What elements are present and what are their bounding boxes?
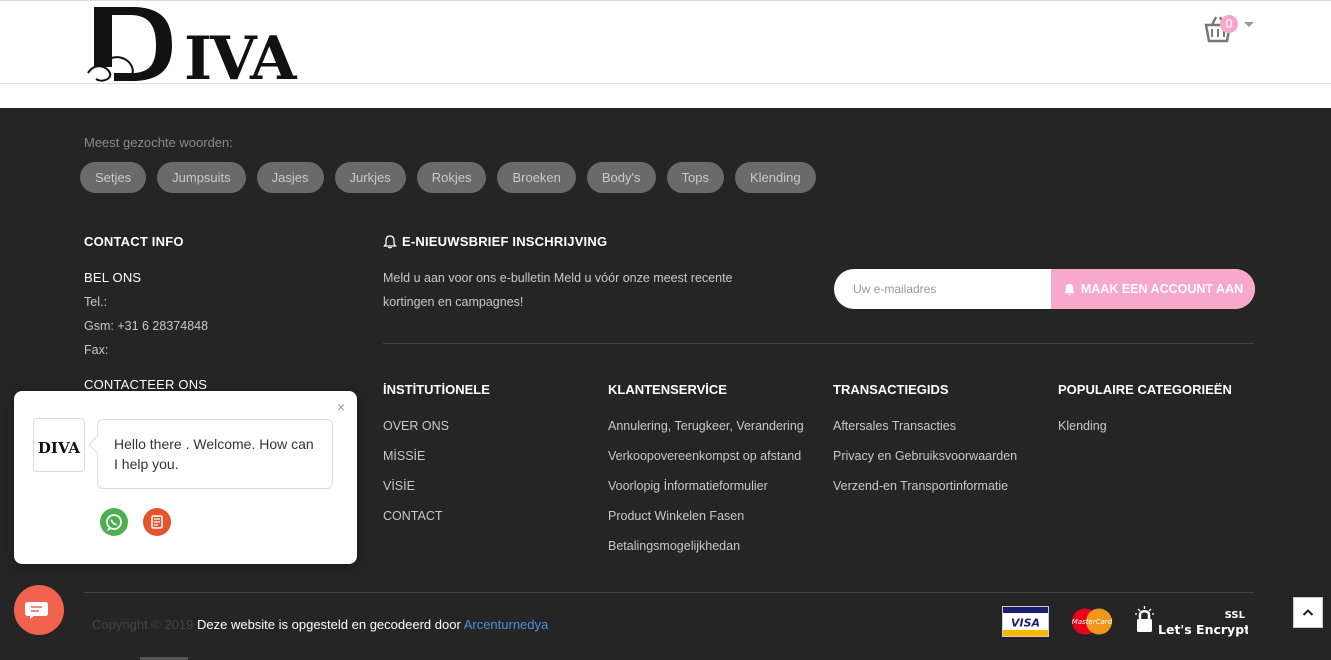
- newsletter-description: Meld u aan voor ons e-bulletin Meld u vó…: [383, 271, 733, 309]
- keyword-tag[interactable]: Broeken: [497, 162, 576, 193]
- keyword-tag[interactable]: Jumpsuits: [157, 162, 246, 193]
- footer-divider: [383, 343, 1254, 344]
- phone-button[interactable]: [143, 508, 171, 536]
- copyright-text: Copyright © 2019: [92, 617, 194, 632]
- footer-link[interactable]: Voorlopig İnformatieformulier: [608, 479, 804, 509]
- keyword-tag[interactable]: Setjes: [80, 162, 147, 193]
- scroll-to-top-button[interactable]: [1293, 597, 1323, 628]
- visa-logo: VISA: [1002, 606, 1049, 637]
- contact-info-title: CONTACT INFO: [84, 234, 184, 249]
- email-field[interactable]: [834, 269, 1051, 309]
- chat-message: Hello there . Welcome. How can I help yo…: [97, 419, 333, 489]
- close-icon[interactable]: ×: [337, 399, 345, 415]
- mastercard-label: MasterCard: [1072, 618, 1113, 626]
- phone-icon: [151, 515, 163, 529]
- letsencrypt-logo: SSL Let's Encrypt: [1134, 606, 1250, 637]
- column-title: TRANSACTIEGIDS: [833, 382, 949, 397]
- keyword-tags: Setjes Jumpsuits Jasjes Jurkjes Rokjes B…: [80, 162, 816, 193]
- column-populaire-categorieen: POPULAIRE CATEGORIEËN Klending: [1058, 382, 1232, 449]
- avatar-logo-text: DIVA: [38, 439, 80, 457]
- keywords-label: Meest gezochte woorden:: [84, 135, 233, 150]
- keyword-tag[interactable]: Jasjes: [256, 162, 324, 193]
- column-transactiegids: TRANSACTIEGIDS Aftersales Transacties Pr…: [833, 382, 1017, 509]
- site-footer: Meest gezochte woorden: Setjes Jumpsuits…: [0, 108, 1331, 660]
- ssl-label: SSL: [1225, 610, 1246, 621]
- footer-link[interactable]: Klending: [1058, 419, 1232, 449]
- bel-ons-title: BEL ONS: [84, 270, 142, 285]
- create-account-button[interactable]: MAAK EEN ACCOUNT AAN: [1051, 269, 1255, 309]
- made-by-text: Deze website is opgesteld en gecodeerd d…: [196, 617, 461, 632]
- cart-button[interactable]: 0: [1202, 13, 1258, 45]
- footer-link[interactable]: Privacy en Gebruiksvoorwaarden: [833, 449, 1017, 479]
- contacteer-ons-title: CONTACTEER ONS: [84, 377, 208, 392]
- chat-popup: × DIVA Hello there . Welcome. How can I …: [14, 391, 357, 564]
- copyright-line: Copyright © 2019 Deze website is opgeste…: [92, 617, 548, 632]
- chevron-up-icon: [1302, 608, 1314, 616]
- header-divider: [0, 83, 1331, 84]
- site-header: IVA 0: [0, 0, 1331, 108]
- whatsapp-button[interactable]: [100, 508, 128, 536]
- mastercard-logo: MasterCard: [1067, 606, 1117, 637]
- footer-link[interactable]: Verzend-en Transportinformatie: [833, 479, 1017, 509]
- footer-link[interactable]: Betalingsmogelijkhedan: [608, 539, 804, 569]
- footer-bottom-divider: [84, 592, 1254, 593]
- diva-logo[interactable]: IVA: [84, 3, 316, 94]
- letsencrypt-label: Let's Encrypt: [1158, 622, 1248, 637]
- chat-avatar: DIVA: [33, 418, 85, 472]
- agency-link[interactable]: Arcenturnedya: [464, 617, 549, 632]
- column-title: İNSTİTUTİONELE: [383, 382, 490, 397]
- footer-link[interactable]: Verkoopovereenkompst op afstand: [608, 449, 804, 479]
- lock-icon: [1135, 606, 1154, 632]
- cart-count-badge: 0: [1220, 15, 1238, 33]
- newsletter-title: E-NIEUWSBRIEF INSCHRIJVING: [383, 234, 607, 249]
- bell-icon: [383, 234, 397, 248]
- footer-link[interactable]: OVER ONS: [383, 419, 490, 449]
- footer-link[interactable]: VİSİE: [383, 479, 490, 509]
- bell-icon: [1064, 283, 1075, 295]
- contact-gsm[interactable]: Gsm: +31 6 28374848: [84, 319, 208, 333]
- column-klantenservice: KLANTENSERVİCE Annulering, Terugkeer, Ve…: [608, 382, 804, 569]
- whatsapp-icon: [106, 514, 122, 531]
- column-title: KLANTENSERVİCE: [608, 382, 727, 397]
- footer-link[interactable]: Annulering, Terugkeer, Verandering: [608, 419, 804, 449]
- create-account-label: MAAK EEN ACCOUNT AAN: [1080, 282, 1244, 296]
- contact-fax: Fax:: [84, 343, 109, 357]
- keyword-tag[interactable]: Rokjes: [416, 162, 487, 193]
- column-institutionele: İNSTİTUTİONELE OVER ONS MİSSİE VİSİE CON…: [383, 382, 490, 539]
- keyword-tag[interactable]: Klending: [734, 162, 816, 193]
- chat-bubbles-icon: [25, 602, 48, 619]
- footer-link[interactable]: MİSSİE: [383, 449, 490, 479]
- contact-tel: Tel.:: [84, 295, 107, 309]
- footer-link[interactable]: Product Winkelen Fasen: [608, 509, 804, 539]
- chat-toggle-button[interactable]: [14, 585, 64, 635]
- footer-link[interactable]: CONTACT: [383, 509, 490, 539]
- logo-wordmark: IVA: [184, 24, 298, 83]
- newsletter-title-text: E-NIEUWSBRIEF INSCHRIJVING: [402, 234, 608, 249]
- visa-label: VISA: [1011, 617, 1040, 630]
- chevron-down-icon: [1244, 22, 1254, 27]
- column-title: POPULAIRE CATEGORIEËN: [1058, 382, 1232, 397]
- footer-link[interactable]: Aftersales Transacties: [833, 419, 1017, 449]
- keyword-tag[interactable]: Body's: [586, 162, 656, 193]
- newsletter-form: MAAK EEN ACCOUNT AAN: [834, 269, 1255, 309]
- keyword-tag[interactable]: Tops: [666, 162, 724, 193]
- keyword-tag[interactable]: Jurkjes: [334, 162, 406, 193]
